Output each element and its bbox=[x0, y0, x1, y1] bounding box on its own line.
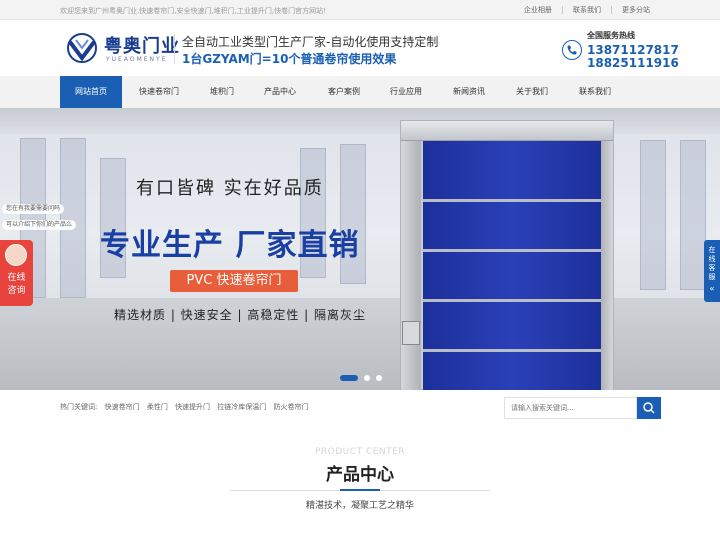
double-chevron-left-icon: « bbox=[709, 284, 715, 293]
roller-door-image bbox=[400, 120, 614, 390]
nav-stacking-door[interactable]: 堆积门 bbox=[196, 76, 248, 108]
service-char: 服 bbox=[708, 273, 716, 281]
consult-label-line2: 咨询 bbox=[7, 286, 26, 296]
top-link-album[interactable]: 企业相册 bbox=[514, 6, 562, 14]
online-service-tab[interactable]: 在 线 客 服 « bbox=[704, 240, 720, 302]
hot-keyword[interactable]: 防火卷帘门 bbox=[274, 403, 309, 411]
hero-banner[interactable]: 有口皆碑 实在好品质 专业生产 厂家直销 PVC 快速卷帘门 精选材质 | 快速… bbox=[0, 108, 720, 390]
consult-label-line1: 在线 bbox=[7, 273, 26, 283]
door-slat bbox=[423, 299, 603, 302]
door-control-box bbox=[402, 321, 420, 345]
nav-fast-roller-door[interactable]: 快速卷帘门 bbox=[130, 76, 188, 108]
top-link-branches[interactable]: 更多分站 bbox=[611, 6, 660, 14]
section-subtitle: 精湛技术，凝聚工艺之精华 bbox=[305, 501, 414, 511]
section-title: 产品中心 bbox=[326, 465, 394, 485]
main-nav: 网站首页 快速卷帘门 堆积门 产品中心 客户案例 行业应用 新闻资讯 关于我们 … bbox=[0, 76, 720, 108]
hot-keywords: 热门关键词: 快速卷帘门 柔性门 快速提升门 拉链冷库保温门 防火卷帘门 bbox=[60, 402, 314, 412]
welcome-text: 欢迎您来到广州粤奥门业,快速卷帘门,安全快速门,堆积门,工业提升门,快卷门官方网… bbox=[60, 7, 326, 15]
header: 粤奥门业 YUEAOMENYE 全自动工业类型门生产厂家-自动化使用支持定制 1… bbox=[0, 20, 720, 76]
hot-keyword[interactable]: 拉链冷库保温门 bbox=[217, 403, 266, 411]
hot-keywords-label: 热门关键词: bbox=[60, 403, 98, 411]
warehouse-door bbox=[640, 140, 666, 290]
door-head-box bbox=[401, 121, 613, 141]
door-slat bbox=[423, 199, 603, 202]
hot-keyword[interactable]: 快速卷帘门 bbox=[105, 403, 140, 411]
banner-features: 精选材质 | 快速安全 | 高稳定性 | 隔离灰尘 bbox=[114, 308, 367, 322]
chat-bubble-2[interactable]: 可以介绍下你们的产品么 bbox=[2, 220, 77, 230]
service-char: 线 bbox=[708, 255, 716, 263]
top-link-contact[interactable]: 联系我们 bbox=[562, 6, 611, 14]
agent-avatar bbox=[5, 244, 27, 266]
section-title-en: PRODUCT CENTER bbox=[314, 447, 406, 457]
door-post-left bbox=[401, 141, 421, 390]
hotline-number-1[interactable]: 13871127817 bbox=[587, 43, 679, 57]
nav-about[interactable]: 关于我们 bbox=[506, 76, 558, 108]
warehouse-door bbox=[60, 138, 86, 298]
search-button[interactable] bbox=[637, 397, 661, 419]
nav-home[interactable]: 网站首页 bbox=[60, 76, 122, 108]
search-icon bbox=[643, 402, 655, 414]
hot-keyword[interactable]: 快速提升门 bbox=[175, 403, 210, 411]
slider-dot-2[interactable] bbox=[364, 375, 370, 381]
slider-dot-3[interactable] bbox=[376, 375, 382, 381]
nav-news[interactable]: 新闻资讯 bbox=[443, 76, 495, 108]
slogan-primary: 全自动工业类型门生产厂家-自动化使用支持定制 bbox=[182, 35, 439, 49]
service-char: 在 bbox=[708, 246, 716, 254]
online-consult-button[interactable]: 在线 咨询 bbox=[0, 240, 33, 306]
logo-text[interactable]: 粤奥门业 bbox=[104, 32, 180, 58]
slogan-secondary: 1台GZYAM门=10个普通卷帘使用效果 bbox=[182, 52, 397, 66]
slider-dots bbox=[340, 375, 382, 381]
nav-industry[interactable]: 行业应用 bbox=[380, 76, 432, 108]
nav-cases[interactable]: 客户案例 bbox=[318, 76, 370, 108]
hotline-number-2[interactable]: 18825111916 bbox=[587, 56, 679, 70]
logo-icon[interactable] bbox=[64, 32, 100, 64]
top-bar: 欢迎您来到广州粤奥门业,快速卷帘门,安全快速门,堆积门,工业提升门,快卷门官方网… bbox=[0, 0, 720, 20]
door-slat bbox=[423, 349, 603, 352]
banner-headline: 有口皆碑 实在好品质 bbox=[136, 178, 324, 199]
header-divider bbox=[174, 34, 175, 64]
service-char: 客 bbox=[708, 264, 716, 272]
warehouse-door bbox=[680, 140, 706, 290]
door-slat bbox=[423, 249, 603, 252]
door-post-right bbox=[601, 141, 613, 390]
chat-bubble-1[interactable]: 您在有我要需要问吗 bbox=[2, 204, 65, 214]
online-consult-label: 在线 咨询 bbox=[0, 272, 33, 298]
phone-icon bbox=[562, 40, 582, 60]
search-input[interactable] bbox=[504, 397, 637, 419]
banner-product-tag: PVC 快速卷帘门 bbox=[170, 270, 298, 292]
section-divider-accent bbox=[340, 489, 380, 491]
nav-contact[interactable]: 联系我们 bbox=[569, 76, 621, 108]
hotline-label: 全国服务热线 bbox=[587, 31, 635, 40]
door-curtain bbox=[423, 141, 603, 390]
page: 欢迎您来到广州粤奥门业,快速卷帘门,安全快速门,堆积门,工业提升门,快卷门官方网… bbox=[0, 0, 720, 540]
logo-subtext: YUEAOMENYE bbox=[106, 56, 168, 63]
top-links: 企业相册 联系我们 更多分站 bbox=[514, 6, 660, 14]
slider-dot-1[interactable] bbox=[340, 375, 358, 381]
hot-keyword[interactable]: 柔性门 bbox=[147, 403, 168, 411]
banner-main-title: 专业生产 厂家直销 bbox=[100, 228, 360, 263]
nav-products[interactable]: 产品中心 bbox=[254, 76, 306, 108]
